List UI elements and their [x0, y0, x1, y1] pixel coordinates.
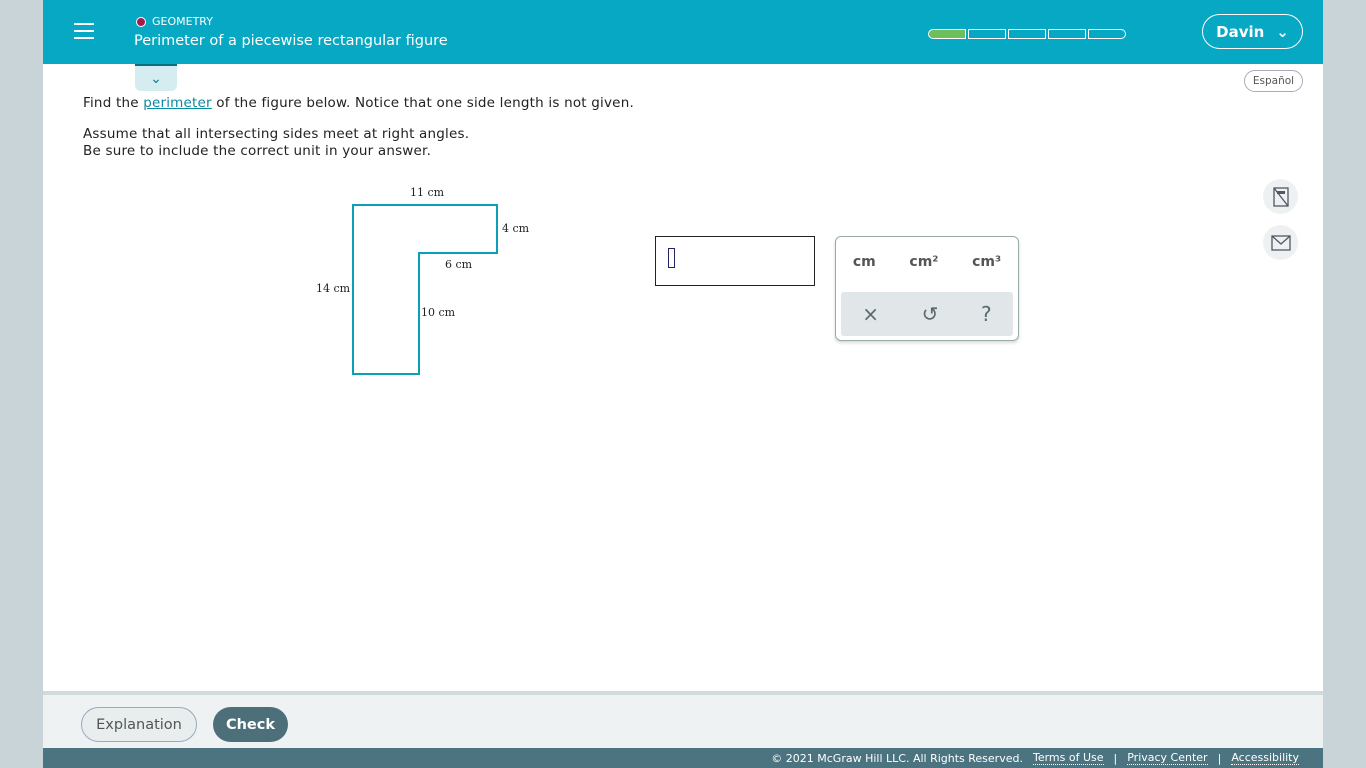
text-cursor: [668, 248, 675, 268]
user-name: Davin: [1216, 22, 1265, 41]
separator: |: [1217, 751, 1222, 765]
undo-button[interactable]: ↺: [922, 302, 939, 326]
progress-segment: [968, 29, 1006, 39]
mail-icon: [1270, 234, 1291, 251]
label-right: 4 cm: [502, 222, 530, 235]
progress-segment: [1048, 29, 1086, 39]
check-button[interactable]: Check: [213, 707, 288, 742]
progress-segment: [1088, 29, 1126, 39]
user-menu-button[interactable]: Davin ⌄: [1202, 14, 1303, 49]
espanol-button[interactable]: Español: [1244, 70, 1303, 92]
figure: [352, 204, 498, 375]
l-shape: [352, 204, 498, 375]
action-bar: Explanation Check: [43, 691, 1323, 748]
app: GEOMETRY Perimeter of a piecewise rectan…: [43, 0, 1323, 768]
explanation-button[interactable]: Explanation: [81, 707, 197, 742]
message-button[interactable]: [1263, 225, 1298, 260]
footer: © 2021 McGraw Hill LLC. All Rights Reser…: [43, 748, 1323, 768]
separator: |: [1113, 751, 1118, 765]
calculator-button[interactable]: [1263, 179, 1298, 214]
calculator-disabled-icon: [1272, 186, 1289, 207]
progress-segment: [1008, 29, 1046, 39]
label-top: 11 cm: [410, 186, 445, 199]
unit-cm2-button[interactable]: cm²: [909, 254, 938, 270]
label-inner-horizontal: 6 cm: [445, 258, 473, 271]
terms-link[interactable]: Terms of Use: [1032, 751, 1104, 765]
progress-bar: [928, 29, 1126, 39]
unit-cm3-button[interactable]: cm³: [972, 254, 1001, 270]
answer-input[interactable]: [655, 236, 815, 286]
help-button[interactable]: ?: [981, 302, 992, 326]
accessibility-link[interactable]: Accessibility: [1231, 751, 1299, 765]
privacy-link[interactable]: Privacy Center: [1127, 751, 1208, 765]
copyright: © 2021 McGraw Hill LLC. All Rights Reser…: [771, 751, 1023, 765]
unit-cm-button[interactable]: cm: [853, 254, 876, 270]
chevron-down-icon: ⌄: [1276, 22, 1289, 41]
clear-button[interactable]: ×: [862, 302, 879, 326]
label-inner-vertical: 10 cm: [421, 306, 456, 319]
progress-segment: [928, 29, 966, 39]
label-left: 14 cm: [316, 282, 351, 295]
unit-keypad: cm cm² cm³ × ↺ ?: [835, 236, 1019, 341]
